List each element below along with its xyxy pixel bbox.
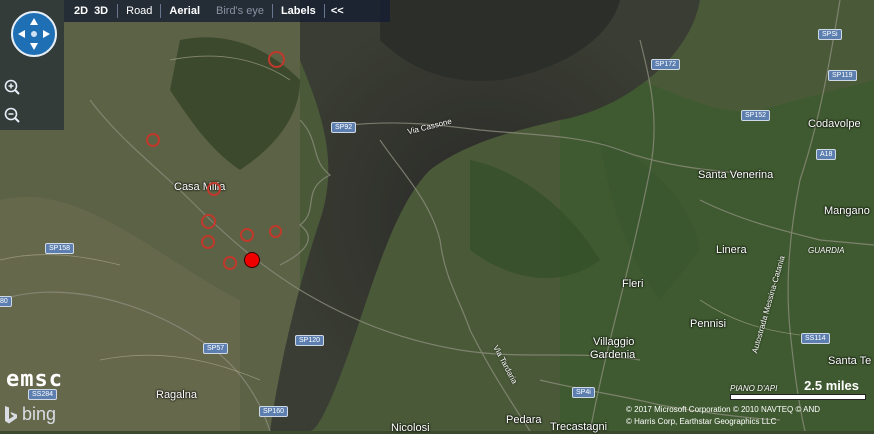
place-label: Santa Venerina bbox=[698, 169, 774, 181]
road-sign: SP120 bbox=[295, 335, 325, 346]
place-label: Nicolosi bbox=[391, 422, 430, 434]
place-label: Gardenia bbox=[590, 349, 636, 361]
place-label: Ragalna bbox=[156, 389, 197, 401]
road-sign: SP172 bbox=[651, 59, 681, 70]
road-sign: SP119 bbox=[828, 70, 857, 81]
earthquake-marker[interactable] bbox=[201, 214, 216, 229]
road-sign: SP4i bbox=[572, 387, 595, 398]
road-sign: SS114 bbox=[801, 333, 830, 344]
compass-pan-icon[interactable] bbox=[11, 11, 57, 57]
road-sign: SPSi bbox=[818, 29, 842, 40]
zoom-in-icon[interactable] bbox=[3, 78, 21, 96]
place-label: Santa Te bbox=[828, 355, 872, 367]
copyright-line: © 2017 Microsoft Corporation © 2010 NAVT… bbox=[626, 405, 821, 414]
road-sign: SP152 bbox=[741, 110, 771, 121]
mode-3d-button[interactable]: 3D bbox=[91, 5, 111, 17]
place-label: Pennisi bbox=[690, 318, 727, 330]
place-label: Trecastagni bbox=[550, 421, 608, 433]
main-earthquake-marker[interactable] bbox=[244, 252, 260, 268]
aerial-map[interactable] bbox=[0, 0, 874, 431]
zoom-out-icon[interactable] bbox=[3, 106, 21, 124]
emsc-logo: emsc bbox=[6, 367, 63, 392]
collapse-toolbar-button[interactable]: << bbox=[325, 5, 350, 17]
place-label: Fleri bbox=[622, 278, 644, 290]
earthquake-marker[interactable] bbox=[223, 256, 237, 270]
earthquake-marker[interactable] bbox=[240, 228, 254, 242]
earthquake-marker[interactable] bbox=[269, 225, 282, 238]
place-label: Linera bbox=[716, 244, 747, 256]
earthquake-marker[interactable] bbox=[201, 235, 215, 249]
bing-logo-text: bing bbox=[22, 404, 57, 424]
scale-label: 2.5 miles bbox=[804, 378, 859, 393]
bing-logo: bing bbox=[2, 404, 56, 425]
road-sign: SP92 bbox=[331, 122, 357, 133]
copyright-line: © Harris Corp, Earthstar Geographics LLC bbox=[626, 417, 777, 426]
labels-toggle-button[interactable]: Labels bbox=[273, 5, 324, 17]
aerial-view-button[interactable]: Aerial bbox=[161, 5, 208, 17]
scale-bar-line bbox=[730, 394, 866, 400]
navigation-panel bbox=[0, 0, 64, 130]
place-label: Mangano bbox=[824, 205, 870, 217]
road-sign: SP158 bbox=[45, 243, 75, 254]
earthquake-marker[interactable] bbox=[146, 133, 160, 147]
mode-2d-button[interactable]: 2D bbox=[64, 5, 91, 17]
place-label: Villaggio bbox=[593, 336, 635, 348]
road-sign: SP57 bbox=[203, 343, 229, 354]
map-view-toolbar: 2D 3D Road Aerial Bird's eye Labels << bbox=[64, 0, 390, 22]
birds-eye-view-button[interactable]: Bird's eye bbox=[208, 5, 272, 17]
bing-logo-icon bbox=[5, 405, 17, 423]
road-view-button[interactable]: Road bbox=[118, 5, 160, 17]
road-name: GUARDIA bbox=[808, 246, 845, 255]
place-label: Pedara bbox=[506, 414, 542, 426]
copyright-notice: © 2017 Microsoft Corporation © 2010 NAVT… bbox=[626, 404, 871, 428]
road-sign: SP160 bbox=[259, 406, 289, 417]
place-label: Codavolpe bbox=[808, 118, 861, 130]
road-sign: A18 bbox=[816, 149, 837, 160]
earthquake-marker[interactable] bbox=[207, 182, 221, 196]
scale-bar: 2.5 miles bbox=[728, 378, 868, 400]
earthquake-marker[interactable] bbox=[268, 51, 285, 68]
road-sign: 80 bbox=[0, 296, 12, 307]
